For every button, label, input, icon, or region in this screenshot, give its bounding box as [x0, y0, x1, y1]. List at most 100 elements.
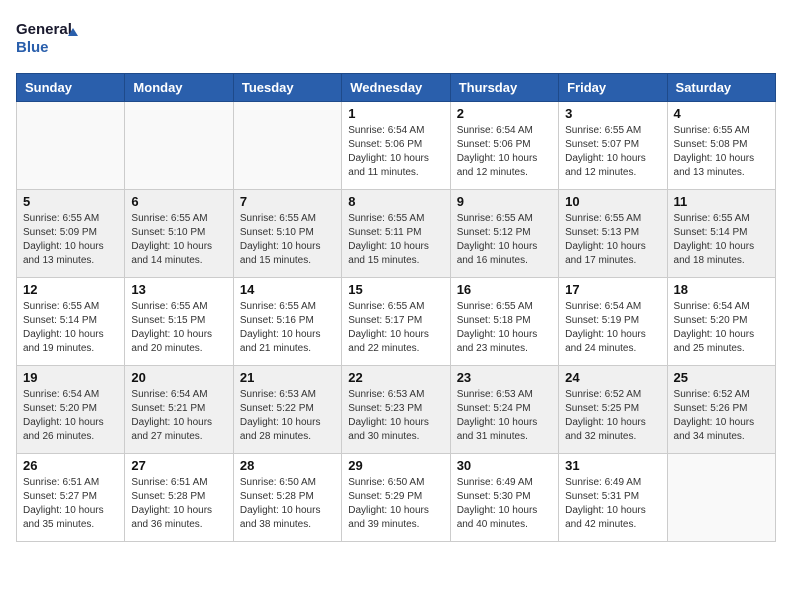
day-info: Sunrise: 6:55 AM Sunset: 5:07 PM Dayligh…	[565, 124, 660, 180]
day-info: Sunrise: 6:55 AM Sunset: 5:10 PM Dayligh…	[131, 212, 226, 268]
calendar-day-25: 25 Sunrise: 6:52 AM Sunset: 5:26 PM Dayli…	[667, 366, 775, 454]
calendar-day-empty	[233, 102, 341, 190]
day-number: 8	[348, 194, 443, 209]
calendar-day-29: 29 Sunrise: 6:50 AM Sunset: 5:29 PM Dayli…	[342, 454, 450, 542]
page-header: GeneralBlue	[16, 16, 776, 61]
day-number: 28	[240, 458, 335, 473]
day-header-friday: Friday	[559, 74, 667, 102]
day-info: Sunrise: 6:54 AM Sunset: 5:20 PM Dayligh…	[23, 388, 118, 444]
day-header-saturday: Saturday	[667, 74, 775, 102]
day-number: 26	[23, 458, 118, 473]
day-info: Sunrise: 6:52 AM Sunset: 5:25 PM Dayligh…	[565, 388, 660, 444]
calendar-day-11: 11 Sunrise: 6:55 AM Sunset: 5:14 PM Dayli…	[667, 190, 775, 278]
svg-text:General: General	[16, 21, 72, 38]
calendar-day-empty	[17, 102, 125, 190]
calendar-day-17: 17 Sunrise: 6:54 AM Sunset: 5:19 PM Dayli…	[559, 278, 667, 366]
calendar-day-empty	[667, 454, 775, 542]
day-info: Sunrise: 6:55 AM Sunset: 5:17 PM Dayligh…	[348, 300, 443, 356]
day-info: Sunrise: 6:55 AM Sunset: 5:18 PM Dayligh…	[457, 300, 552, 356]
day-number: 23	[457, 370, 552, 385]
day-number: 4	[674, 106, 769, 121]
day-number: 20	[131, 370, 226, 385]
day-number: 22	[348, 370, 443, 385]
calendar-week-row: 26 Sunrise: 6:51 AM Sunset: 5:27 PM Dayli…	[17, 454, 776, 542]
calendar-day-30: 30Sunrise: 6:49 AM Sunset: 5:30 PM Dayli…	[450, 454, 558, 542]
calendar-day-14: 14Sunrise: 6:55 AM Sunset: 5:16 PM Dayli…	[233, 278, 341, 366]
calendar-day-5: 5 Sunrise: 6:55 AM Sunset: 5:09 PM Daylig…	[17, 190, 125, 278]
calendar-day-23: 23 Sunrise: 6:53 AM Sunset: 5:24 PM Dayli…	[450, 366, 558, 454]
calendar-day-7: 7Sunrise: 6:55 AM Sunset: 5:10 PM Daylig…	[233, 190, 341, 278]
day-info: Sunrise: 6:55 AM Sunset: 5:14 PM Dayligh…	[674, 212, 769, 268]
day-number: 3	[565, 106, 660, 121]
day-info: Sunrise: 6:54 AM Sunset: 5:21 PM Dayligh…	[131, 388, 226, 444]
day-number: 18	[674, 282, 769, 297]
day-info: Sunrise: 6:53 AM Sunset: 5:24 PM Dayligh…	[457, 388, 552, 444]
day-info: Sunrise: 6:55 AM Sunset: 5:13 PM Dayligh…	[565, 212, 660, 268]
day-number: 24	[565, 370, 660, 385]
day-number: 19	[23, 370, 118, 385]
calendar-week-row: 19 Sunrise: 6:54 AM Sunset: 5:20 PM Dayli…	[17, 366, 776, 454]
calendar-day-31: 31 Sunrise: 6:49 AM Sunset: 5:31 PM Dayli…	[559, 454, 667, 542]
day-info: Sunrise: 6:51 AM Sunset: 5:27 PM Dayligh…	[23, 476, 118, 532]
day-info: Sunrise: 6:54 AM Sunset: 5:06 PM Dayligh…	[348, 124, 443, 180]
calendar-day-27: 27Sunrise: 6:51 AM Sunset: 5:28 PM Dayli…	[125, 454, 233, 542]
day-number: 2	[457, 106, 552, 121]
calendar-day-2: 2Sunrise: 6:54 AM Sunset: 5:06 PM Daylig…	[450, 102, 558, 190]
day-number: 21	[240, 370, 335, 385]
calendar-day-19: 19 Sunrise: 6:54 AM Sunset: 5:20 PM Dayli…	[17, 366, 125, 454]
calendar-day-24: 24 Sunrise: 6:52 AM Sunset: 5:25 PM Dayli…	[559, 366, 667, 454]
day-number: 29	[348, 458, 443, 473]
calendar-day-1: 1 Sunrise: 6:54 AM Sunset: 5:06 PM Daylig…	[342, 102, 450, 190]
day-number: 6	[131, 194, 226, 209]
calendar-day-16: 16 Sunrise: 6:55 AM Sunset: 5:18 PM Dayli…	[450, 278, 558, 366]
day-number: 7	[240, 194, 335, 209]
day-header-sunday: Sunday	[17, 74, 125, 102]
day-info: Sunrise: 6:49 AM Sunset: 5:31 PM Dayligh…	[565, 476, 660, 532]
calendar-day-28: 28 Sunrise: 6:50 AM Sunset: 5:28 PM Dayli…	[233, 454, 341, 542]
calendar-day-21: 21 Sunrise: 6:53 AM Sunset: 5:22 PM Dayli…	[233, 366, 341, 454]
day-number: 25	[674, 370, 769, 385]
calendar-day-10: 10Sunrise: 6:55 AM Sunset: 5:13 PM Dayli…	[559, 190, 667, 278]
day-info: Sunrise: 6:53 AM Sunset: 5:22 PM Dayligh…	[240, 388, 335, 444]
day-info: Sunrise: 6:54 AM Sunset: 5:19 PM Dayligh…	[565, 300, 660, 356]
day-info: Sunrise: 6:55 AM Sunset: 5:11 PM Dayligh…	[348, 212, 443, 268]
day-number: 14	[240, 282, 335, 297]
calendar-day-22: 22Sunrise: 6:53 AM Sunset: 5:23 PM Dayli…	[342, 366, 450, 454]
day-number: 15	[348, 282, 443, 297]
logo: GeneralBlue	[16, 16, 86, 61]
day-header-monday: Monday	[125, 74, 233, 102]
day-info: Sunrise: 6:55 AM Sunset: 5:09 PM Dayligh…	[23, 212, 118, 268]
day-info: Sunrise: 6:54 AM Sunset: 5:20 PM Dayligh…	[674, 300, 769, 356]
calendar-day-4: 4 Sunrise: 6:55 AM Sunset: 5:08 PM Daylig…	[667, 102, 775, 190]
day-info: Sunrise: 6:55 AM Sunset: 5:08 PM Dayligh…	[674, 124, 769, 180]
logo-svg: GeneralBlue	[16, 16, 86, 61]
day-info: Sunrise: 6:55 AM Sunset: 5:14 PM Dayligh…	[23, 300, 118, 356]
calendar-day-15: 15 Sunrise: 6:55 AM Sunset: 5:17 PM Dayli…	[342, 278, 450, 366]
day-info: Sunrise: 6:55 AM Sunset: 5:12 PM Dayligh…	[457, 212, 552, 268]
calendar-day-12: 12 Sunrise: 6:55 AM Sunset: 5:14 PM Dayli…	[17, 278, 125, 366]
day-info: Sunrise: 6:50 AM Sunset: 5:29 PM Dayligh…	[348, 476, 443, 532]
day-header-tuesday: Tuesday	[233, 74, 341, 102]
day-number: 11	[674, 194, 769, 209]
day-info: Sunrise: 6:49 AM Sunset: 5:30 PM Dayligh…	[457, 476, 552, 532]
day-number: 5	[23, 194, 118, 209]
calendar-day-26: 26 Sunrise: 6:51 AM Sunset: 5:27 PM Dayli…	[17, 454, 125, 542]
calendar-day-6: 6 Sunrise: 6:55 AM Sunset: 5:10 PM Daylig…	[125, 190, 233, 278]
day-number: 13	[131, 282, 226, 297]
calendar-week-row: 12 Sunrise: 6:55 AM Sunset: 5:14 PM Dayli…	[17, 278, 776, 366]
day-info: Sunrise: 6:55 AM Sunset: 5:15 PM Dayligh…	[131, 300, 226, 356]
calendar-day-13: 13 Sunrise: 6:55 AM Sunset: 5:15 PM Dayli…	[125, 278, 233, 366]
day-number: 1	[348, 106, 443, 121]
calendar-day-3: 3 Sunrise: 6:55 AM Sunset: 5:07 PM Daylig…	[559, 102, 667, 190]
calendar-table: SundayMondayTuesdayWednesdayThursdayFrid…	[16, 73, 776, 542]
day-number: 12	[23, 282, 118, 297]
days-header-row: SundayMondayTuesdayWednesdayThursdayFrid…	[17, 74, 776, 102]
day-number: 17	[565, 282, 660, 297]
svg-text:Blue: Blue	[16, 39, 49, 56]
day-number: 16	[457, 282, 552, 297]
day-info: Sunrise: 6:50 AM Sunset: 5:28 PM Dayligh…	[240, 476, 335, 532]
calendar-week-row: 1 Sunrise: 6:54 AM Sunset: 5:06 PM Daylig…	[17, 102, 776, 190]
day-info: Sunrise: 6:52 AM Sunset: 5:26 PM Dayligh…	[674, 388, 769, 444]
day-number: 9	[457, 194, 552, 209]
day-number: 31	[565, 458, 660, 473]
